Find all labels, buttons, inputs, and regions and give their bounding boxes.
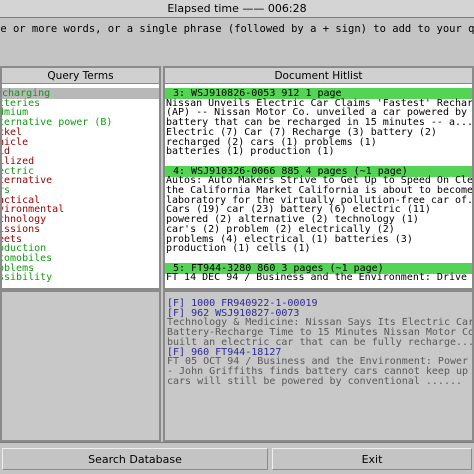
related-documents-list[interactable]: [F] 1000 FR940922-1-00019 [F] 962 WSJ9108… [165,292,472,440]
query-terms-list[interactable]: chargingtteriesdmiumternative power (B)c… [2,84,159,288]
window-title: Elapsed time —— 006:28 [0,0,474,18]
related-document-snippet: cars will still be powered by convention… [167,375,463,387]
document-hitlist[interactable]: 3: WSJ910826-0053 912 1 page Nissan Unvei… [165,84,472,288]
exit-button[interactable]: Exit [272,448,472,470]
hitlist-document-line: batteries (1) production (1) [166,146,335,158]
hitlist-document-line: production (1) cells (1) [166,243,311,255]
hitlist-document-line: FT 14 DEC 94 / Business and the Environm… [166,272,468,284]
query-term-item[interactable]: ssibility [2,272,52,283]
document-hitlist-header: Document Hitlist [165,68,472,84]
query-terms-panel: Query Terms chargingtteriesdmiumternativ… [0,66,161,290]
search-database-button[interactable]: Search Database [2,448,268,470]
lower-left-area [2,292,159,440]
related-documents-panel: [F] 1000 FR940922-1-00019 [F] 962 WSJ9108… [163,290,474,442]
query-terms-header: Query Terms [2,68,159,84]
document-hitlist-panel: Document Hitlist 3: WSJ910826-0053 912 1… [163,66,474,290]
lower-left-panel [0,290,161,442]
instructions-text: ne or more words, or a single phrase (fo… [0,23,474,35]
